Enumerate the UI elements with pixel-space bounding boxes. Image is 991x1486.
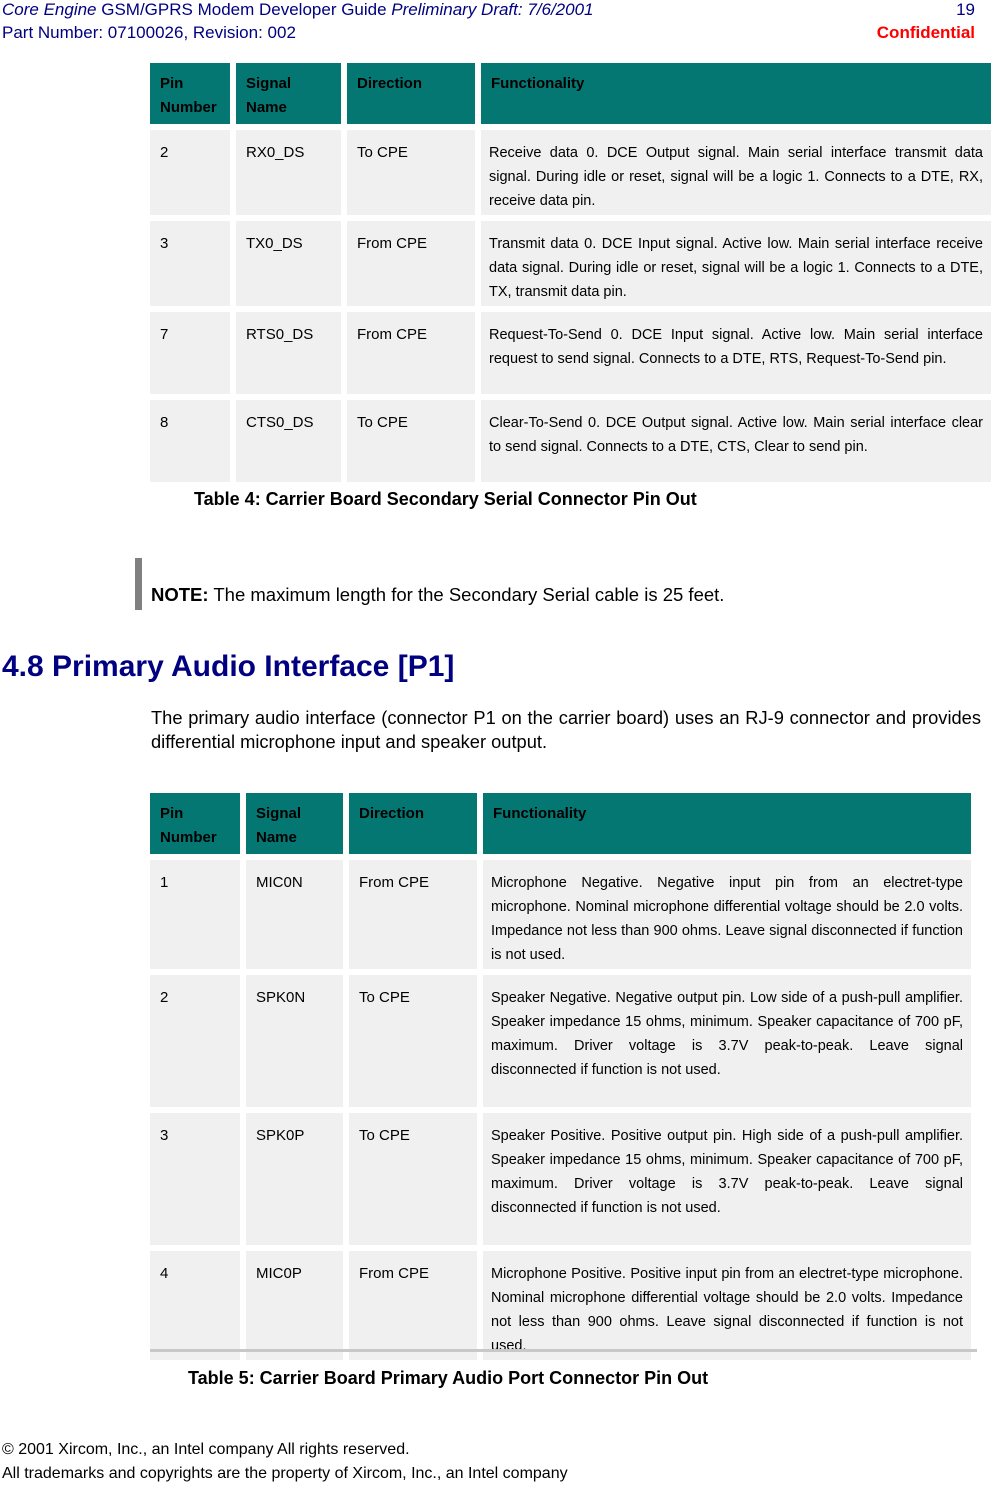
table-row: 2 RX0_DS To CPE Receive data 0. DCE Outp… xyxy=(150,130,991,215)
section-heading: 4.8 Primary Audio Interface [P1] xyxy=(2,650,455,683)
header-text: Number xyxy=(160,829,217,846)
cell-pin: 2 xyxy=(150,130,230,215)
table-row: 2 SPK0N To CPE Speaker Negative. Negativ… xyxy=(150,975,971,1107)
cell-pin: 2 xyxy=(150,975,240,1107)
cell-function: Speaker Positive. Positive output pin. H… xyxy=(483,1113,971,1245)
section-paragraph: The primary audio interface (connector P… xyxy=(151,707,981,752)
table-5-bottom-border xyxy=(150,1349,977,1352)
cell-signal: RTS0_DS xyxy=(236,312,341,394)
table-4-caption: Table 4: Carrier Board Secondary Serial … xyxy=(194,489,697,509)
table-4-serial-pinout: Pin Number Signal Name Direction Functiona… xyxy=(144,57,991,488)
part-number: Part Number: 07100026, Revision: 002 xyxy=(2,23,296,42)
table-header-row: Pin Number Signal Name Direction Functiona… xyxy=(150,63,991,124)
header-text: Name xyxy=(246,99,287,116)
cell-function: Speaker Negative. Negative output pin. L… xyxy=(483,975,971,1107)
header-text: Pin xyxy=(160,75,184,92)
cell-pin: 3 xyxy=(150,1113,240,1245)
confidential-label: Confidential xyxy=(876,23,975,42)
note-text: The maximum length for the Secondary Ser… xyxy=(208,584,725,605)
table-row: 3 SPK0P To CPE Speaker Positive. Positiv… xyxy=(150,1113,971,1245)
header-text: Name xyxy=(256,829,297,846)
column-header-direction: Direction xyxy=(349,793,477,854)
cell-pin: 1 xyxy=(150,860,240,969)
cell-signal: CTS0_DS xyxy=(236,400,341,482)
note-label: NOTE: xyxy=(151,584,209,605)
page-number: 19 xyxy=(956,0,975,19)
cell-pin: 3 xyxy=(150,221,230,306)
doc-title: GSM/GPRS Modem Developer Guide xyxy=(96,0,392,19)
table-row: 4 MIC0P From CPE Microphone Positive. Po… xyxy=(150,1251,971,1360)
table-5-audio-pinout: Pin Number Signal Name Direction Functiona… xyxy=(144,787,977,1366)
header-text: Pin xyxy=(160,805,184,822)
column-header-pin-number: Pin Number xyxy=(150,63,230,124)
cell-function: Receive data 0. DCE Output signal. Main … xyxy=(481,130,991,215)
table-row: 8 CTS0_DS To CPE Clear-To-Send 0. DCE Ou… xyxy=(150,400,991,482)
doc-title-italic: Core Engine xyxy=(2,0,97,19)
cell-pin: 8 xyxy=(150,400,230,482)
cell-direction: From CPE xyxy=(347,221,475,306)
cell-signal: TX0_DS xyxy=(236,221,341,306)
draft-label: Preliminary Draft: 7/6/2001 xyxy=(391,0,594,19)
column-header-functionality: Functionality xyxy=(481,63,991,124)
cell-signal: RX0_DS xyxy=(236,130,341,215)
column-header-signal-name: Signal Name xyxy=(236,63,341,124)
cell-function: Microphone Positive. Positive input pin … xyxy=(483,1251,971,1360)
cell-pin: 4 xyxy=(150,1251,240,1360)
cell-direction: To CPE xyxy=(349,1113,477,1245)
cell-function: Clear-To-Send 0. DCE Output signal. Acti… xyxy=(481,400,991,482)
cell-function: Microphone Negative. Negative input pin … xyxy=(483,860,971,969)
cell-direction: To CPE xyxy=(347,130,475,215)
table-row: 1 MIC0N From CPE Microphone Negative. Ne… xyxy=(150,860,971,969)
header-text: Number xyxy=(160,99,217,116)
header-text: Signal xyxy=(246,75,292,92)
cell-signal: SPK0P xyxy=(246,1113,343,1245)
cell-signal: MIC0P xyxy=(246,1251,343,1360)
footer-trademarks: All trademarks and copyrights are the pr… xyxy=(2,1465,568,1482)
cell-direction: From CPE xyxy=(349,860,477,969)
cell-direction: To CPE xyxy=(347,400,475,482)
table-row: 3 TX0_DS From CPE Transmit data 0. DCE I… xyxy=(150,221,991,306)
cell-direction: From CPE xyxy=(347,312,475,394)
header-text: Signal xyxy=(256,805,302,822)
column-header-pin-number: Pin Number xyxy=(150,793,240,854)
column-header-signal-name: Signal Name xyxy=(246,793,343,854)
table-header-row: Pin Number Signal Name Direction Functiona… xyxy=(150,793,971,854)
cell-pin: 7 xyxy=(150,312,230,394)
cell-function: Transmit data 0. DCE Input signal. Activ… xyxy=(481,221,991,306)
running-header-title: Core Engine GSM/GPRS Modem Developer Gui… xyxy=(2,0,594,20)
cell-direction: From CPE xyxy=(349,1251,477,1360)
cell-signal: MIC0N xyxy=(246,860,343,969)
cell-function: Request-To-Send 0. DCE Input signal. Act… xyxy=(481,312,991,394)
table-row: 7 RTS0_DS From CPE Request-To-Send 0. DC… xyxy=(150,312,991,394)
footer-copyright: © 2001 Xircom, Inc., an Intel company Al… xyxy=(2,1441,410,1458)
note-box: NOTE: The maximum length for the Seconda… xyxy=(135,558,724,610)
column-header-direction: Direction xyxy=(347,63,475,124)
cell-signal: SPK0N xyxy=(246,975,343,1107)
column-header-functionality: Functionality xyxy=(483,793,971,854)
table-5-caption: Table 5: Carrier Board Primary Audio Por… xyxy=(188,1368,709,1388)
cell-direction: To CPE xyxy=(349,975,477,1107)
